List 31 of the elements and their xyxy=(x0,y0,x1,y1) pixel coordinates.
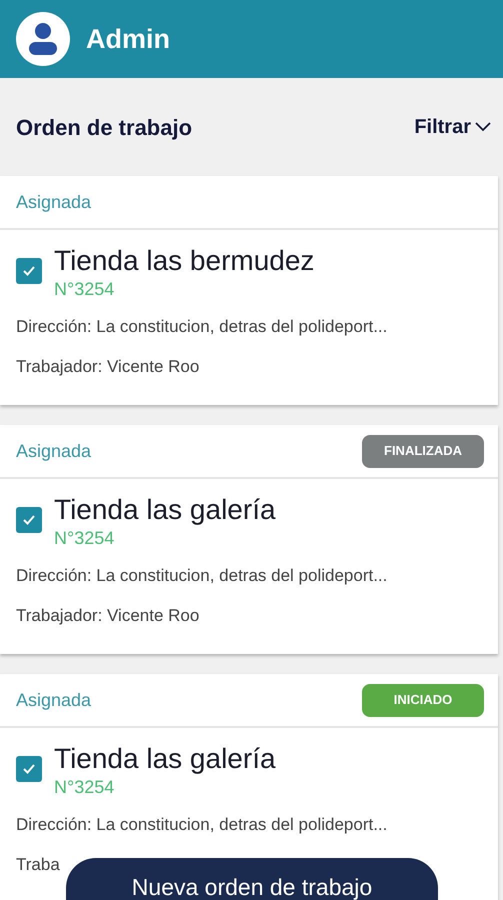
page-title: Orden de trabajo xyxy=(16,114,192,142)
status-badge: FINALIZADA xyxy=(362,434,484,468)
checkmark-icon xyxy=(22,763,36,775)
store-name: Tienda las bermudez xyxy=(54,244,314,278)
store-name: Tienda las galería xyxy=(54,493,276,527)
checkmark-icon xyxy=(22,514,36,526)
order-card[interactable]: Asignada FINALIZADA Tienda las galería N°3254 Dirección: La constitucion, detras del polideport... Trabajador: Vicente Roo xyxy=(0,425,498,654)
status-badge: INICIADO xyxy=(362,684,484,716)
checkbox[interactable] xyxy=(16,258,42,284)
filter-button[interactable]: Filtrar xyxy=(414,112,491,142)
order-number: N°3254 xyxy=(54,776,116,798)
checkbox[interactable] xyxy=(16,507,42,533)
order-number: N°3254 xyxy=(54,527,116,549)
checkmark-icon xyxy=(22,265,36,277)
address-text: Dirección: La constitucion, detras del polideport... xyxy=(16,316,388,338)
new-order-button[interactable]: Nueva orden de trabajo xyxy=(66,858,438,900)
status-label: Asignada xyxy=(16,440,92,463)
order-number: N°3254 xyxy=(54,278,116,300)
address-text: Dirección: La constitucion, detras del polideport... xyxy=(16,814,388,836)
worker-text: Trabajador: Vicente Roo xyxy=(16,604,200,626)
worker-text: Traba xyxy=(16,854,61,876)
store-name: Tienda las galería xyxy=(54,742,276,776)
chevron-down-icon xyxy=(475,122,491,132)
address-text: Dirección: La constitucion, detras del polideport... xyxy=(16,565,388,587)
worker-text: Trabajador: Vicente Roo xyxy=(16,356,200,378)
header-title: Admin xyxy=(86,22,170,56)
avatar-icon xyxy=(16,12,70,66)
status-label: Asignada xyxy=(16,688,92,712)
order-card[interactable]: Asignada Tienda las bermudez N°3254 Dirección: La constitucion, detras del polideport... Trabajador: Vicente Roo xyxy=(0,176,498,405)
checkbox[interactable] xyxy=(16,756,42,782)
status-label: Asignada xyxy=(16,190,92,214)
